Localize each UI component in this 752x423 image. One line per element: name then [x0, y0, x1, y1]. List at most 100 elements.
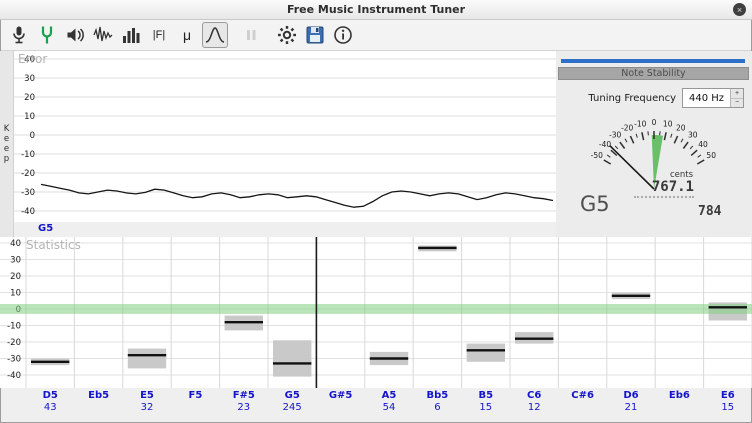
note-column-label: F5 — [171, 390, 219, 402]
tuning-frequency-label: Tuning Frequency — [588, 93, 676, 104]
svg-text:10: 10 — [663, 119, 673, 128]
spin-buttons: + − — [730, 89, 743, 107]
note-name: D5 — [26, 390, 74, 401]
speaker-icon — [64, 24, 86, 46]
mu-button[interactable]: μ — [174, 22, 200, 48]
svg-text:0: 0 — [30, 131, 35, 141]
note-column-label: E615 — [704, 390, 752, 413]
tuning-frequency-value: 440 Hz — [683, 89, 730, 107]
histogram-icon — [120, 24, 142, 46]
keep-letter: p — [4, 154, 9, 164]
note-count: 32 — [123, 402, 171, 413]
error-chart-panel: 403020100-10-20-30-40 Error G5 — [14, 51, 556, 237]
mu-icon: μ — [183, 27, 191, 43]
note-count: 245 — [268, 402, 316, 413]
statistics-panel: 403020100-10-20-30-40 Statistics D543Eb5… — [0, 237, 752, 423]
svg-text:-30: -30 — [7, 355, 21, 365]
about-button[interactable] — [330, 22, 356, 48]
note-stability-header: Note Stability — [558, 67, 749, 80]
svg-text:20: 20 — [24, 93, 35, 103]
main-area: Keep 403020100-10-20-30-40 Error G5 Note… — [0, 51, 752, 237]
microphone-button[interactable] — [6, 22, 32, 48]
svg-text:0: 0 — [652, 118, 657, 127]
svg-text:30: 30 — [688, 131, 698, 140]
svg-text:20: 20 — [676, 124, 686, 133]
microphone-icon — [8, 24, 30, 46]
svg-text:-10: -10 — [21, 150, 35, 160]
note-name: A5 — [365, 390, 413, 401]
speaker-button[interactable] — [62, 22, 88, 48]
note-count: 21 — [607, 402, 655, 413]
settings-gear-icon — [276, 24, 298, 46]
note-count: 23 — [220, 402, 268, 413]
fourier-button[interactable]: |F| — [146, 22, 172, 48]
note-column-label: G5245 — [268, 390, 316, 413]
note-stability-panel: Note Stability Tuning Frequency 440 Hz +… — [556, 51, 752, 237]
frequency-decrement-button[interactable]: − — [731, 99, 743, 108]
svg-text:-30: -30 — [21, 188, 35, 198]
note-count: 15 — [704, 402, 752, 413]
note-column-label: Eb5 — [74, 390, 122, 402]
svg-text:-10: -10 — [7, 322, 21, 332]
note-name: C6 — [510, 390, 558, 401]
tuning-frequency-spinbox[interactable]: 440 Hz + − — [682, 88, 744, 108]
svg-text:50: 50 — [706, 151, 716, 160]
pause-button[interactable] — [238, 22, 264, 48]
titlebar: Free Music Instrument Tuner × — [0, 0, 752, 20]
note-count: 54 — [365, 402, 413, 413]
svg-text:10: 10 — [24, 112, 35, 122]
svg-text:-20: -20 — [21, 169, 35, 179]
svg-text:-40: -40 — [21, 207, 35, 217]
note-column-label: D621 — [607, 390, 655, 413]
svg-text:40: 40 — [24, 55, 35, 65]
close-button[interactable]: × — [733, 3, 746, 16]
note-column-label: C612 — [510, 390, 558, 413]
gaussian-button[interactable] — [202, 22, 228, 48]
note-column-label: Bb56 — [413, 390, 461, 413]
error-chart-svg: 40 30 20 10 0 -10 -20 -30 -40 — [14, 51, 556, 222]
svg-text:30: 30 — [24, 74, 35, 84]
detected-note: G5 — [580, 192, 610, 216]
save-icon — [304, 24, 326, 46]
tuning-fork-button[interactable] — [34, 22, 60, 48]
keep-letter: e — [4, 134, 9, 144]
save-button[interactable] — [302, 22, 328, 48]
svg-text:10: 10 — [10, 289, 21, 299]
note-count: 43 — [26, 402, 74, 413]
error-current-note: G5 — [38, 223, 53, 234]
window-title: Free Music Instrument Tuner — [287, 3, 465, 16]
note-column-label: A554 — [365, 390, 413, 413]
svg-text:-40: -40 — [7, 371, 21, 381]
cents-lcd: 767.1 — [634, 179, 694, 198]
keep-letter: e — [4, 144, 9, 154]
keep-letter: K — [4, 124, 10, 134]
note-column-label: Eb6 — [655, 390, 703, 402]
note-name: G5 — [268, 390, 316, 401]
note-count: 12 — [510, 402, 558, 413]
waveform-button[interactable] — [90, 22, 116, 48]
note-name: D6 — [607, 390, 655, 401]
note-name: B5 — [462, 390, 510, 401]
gaussian-icon — [204, 24, 226, 46]
histogram-button[interactable] — [118, 22, 144, 48]
note-column-label: D543 — [26, 390, 74, 413]
note-name: G#5 — [316, 390, 364, 401]
frequency-lcd: 784 — [698, 204, 721, 219]
frequency-increment-button[interactable]: + — [731, 89, 743, 99]
waveform-icon — [92, 24, 114, 46]
fourier-icon: |F| — [153, 29, 165, 41]
svg-text:-20: -20 — [621, 124, 633, 133]
svg-text:-10: -10 — [634, 119, 646, 128]
info-icon — [332, 24, 354, 46]
app-window: Free Music Instrument Tuner × — [0, 0, 752, 423]
svg-text:-30: -30 — [609, 131, 621, 140]
note-name: E6 — [704, 390, 752, 401]
keep-button[interactable]: Keep — [0, 51, 14, 237]
svg-text:40: 40 — [698, 140, 708, 149]
note-name: F5 — [171, 390, 219, 401]
settings-button[interactable] — [274, 22, 300, 48]
svg-text:-50: -50 — [591, 151, 603, 160]
statistics-chart-svg: 403020100-10-20-30-40 — [0, 237, 752, 388]
note-name: Eb6 — [655, 390, 703, 401]
pause-icon — [240, 24, 262, 46]
